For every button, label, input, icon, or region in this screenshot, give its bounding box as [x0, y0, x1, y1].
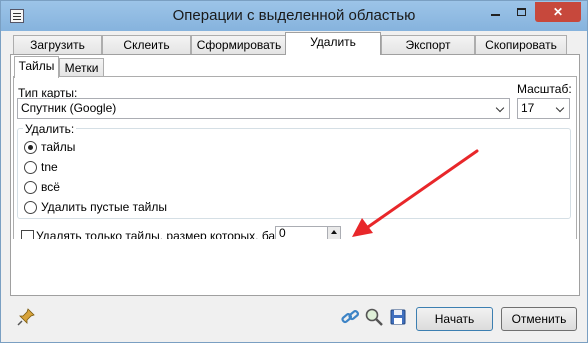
- spin-up-icon[interactable]: [327, 227, 340, 239]
- tab-stitch[interactable]: Склеить: [102, 35, 191, 55]
- minimize-icon: [490, 14, 500, 16]
- map-type-select[interactable]: Спутник (Google): [17, 98, 510, 119]
- radio-tne[interactable]: [24, 161, 37, 174]
- start-button[interactable]: Начать: [416, 307, 493, 331]
- title-bar[interactable]: Операции с выделенной областью ✕: [1, 1, 587, 31]
- delete-group-title: Удалить:: [23, 122, 77, 136]
- chevron-down-icon: [557, 105, 566, 114]
- radio-tiles[interactable]: [24, 141, 37, 154]
- scale-select[interactable]: 17: [517, 98, 570, 119]
- maximize-icon: [516, 8, 526, 16]
- size-filter-value: 0: [279, 226, 286, 239]
- scale-label: Масштаб:: [517, 82, 572, 96]
- map-type-value: Спутник (Google): [21, 101, 117, 115]
- radio-tiles-label[interactable]: тайлы: [41, 140, 75, 154]
- tab-generate[interactable]: Сформировать: [191, 35, 287, 55]
- tab-export[interactable]: Экспорт: [381, 35, 475, 55]
- link-icon[interactable]: [340, 307, 360, 327]
- cancel-button[interactable]: Отменить: [501, 307, 577, 331]
- tab-copy[interactable]: Скопировать: [475, 35, 567, 55]
- zoom-icon[interactable]: [364, 307, 384, 327]
- radio-empty-tiles-label[interactable]: Удалить пустые тайлы: [41, 200, 167, 214]
- radio-all-label[interactable]: всё: [41, 180, 60, 194]
- dialog-window: Операции с выделенной областью ✕ Загрузи…: [0, 0, 588, 343]
- subtab-marks[interactable]: Метки: [59, 58, 104, 78]
- radio-tne-label[interactable]: tne: [41, 160, 58, 174]
- close-button[interactable]: ✕: [535, 2, 581, 22]
- maximize-button[interactable]: [508, 2, 534, 22]
- radio-empty-tiles[interactable]: [24, 201, 37, 214]
- save-icon[interactable]: [388, 307, 408, 327]
- subtab-tiles[interactable]: Тайлы: [14, 56, 59, 78]
- tab-delete[interactable]: Удалить: [285, 32, 381, 55]
- tab-load[interactable]: Загрузить: [13, 35, 102, 55]
- close-icon: ✕: [552, 5, 564, 19]
- scale-value: 17: [521, 101, 535, 115]
- minimize-button[interactable]: [482, 2, 508, 22]
- pin-icon[interactable]: [16, 307, 36, 327]
- radio-all[interactable]: [24, 181, 37, 194]
- size-filter-label[interactable]: Удалять только тайлы, размер которых, ба…: [36, 229, 287, 239]
- chevron-down-icon: [497, 105, 506, 114]
- bottom-bar: Начать Отменить: [1, 297, 587, 343]
- panel-empty-area: [13, 239, 579, 295]
- size-filter-input[interactable]: 0: [275, 226, 341, 239]
